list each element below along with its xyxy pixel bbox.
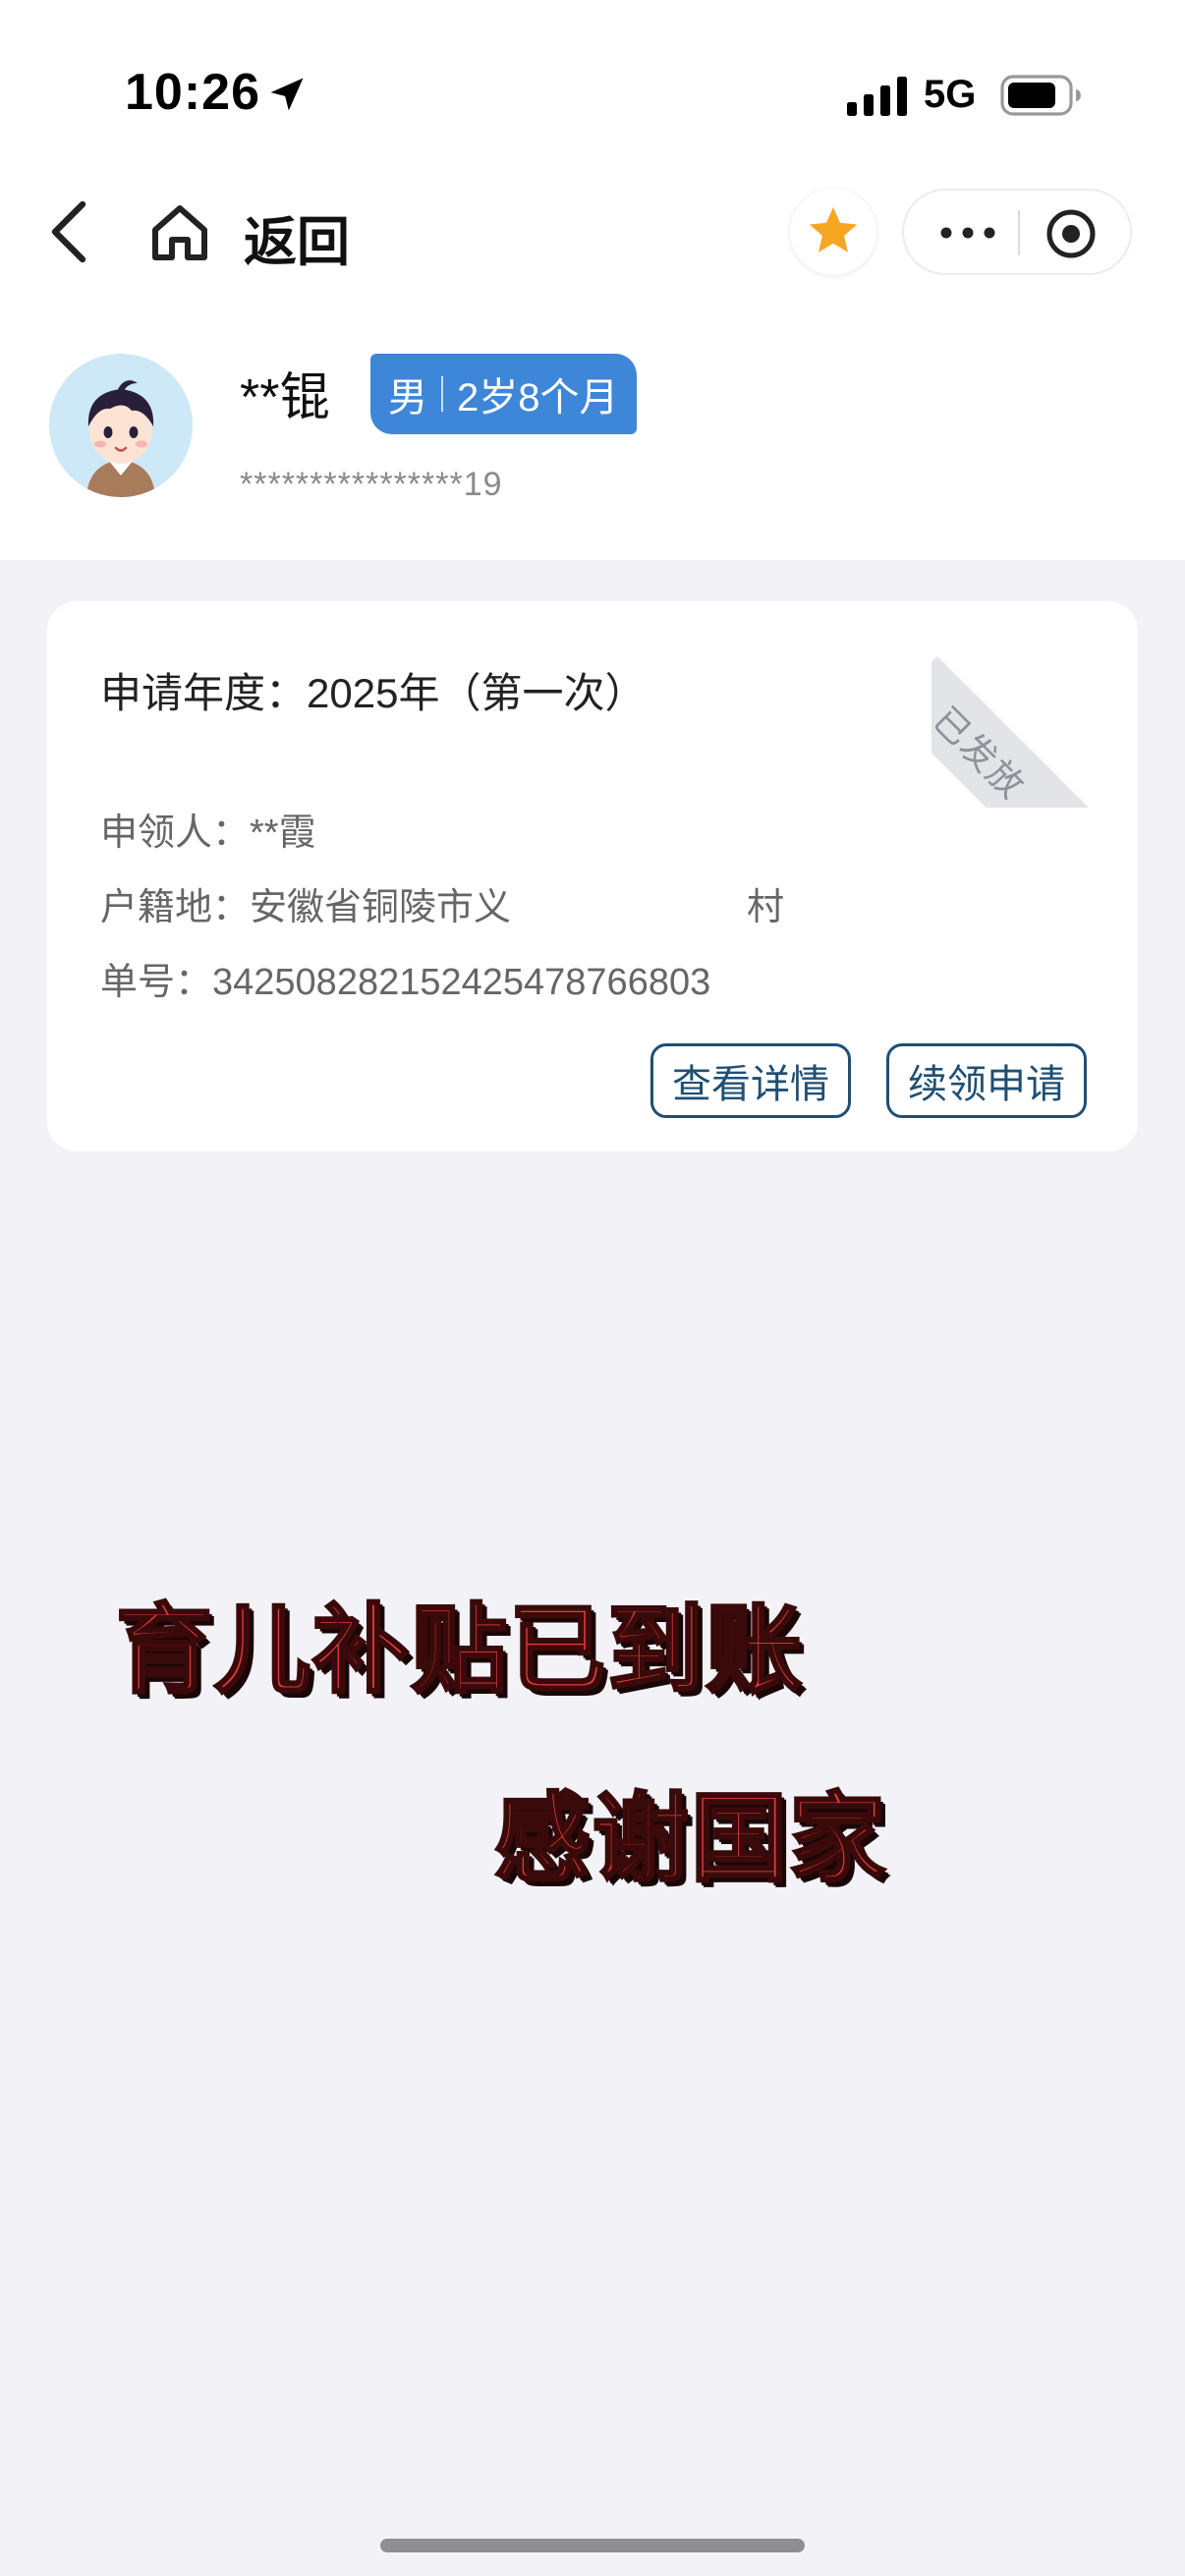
gender-age-badge: 男 2岁8个月 (370, 354, 637, 434)
renew-application-button[interactable]: 续领申请 (886, 1043, 1087, 1118)
favorite-button[interactable] (790, 189, 876, 275)
applicant-value: **霞 (250, 812, 316, 854)
back-label[interactable]: 返回 (244, 198, 350, 276)
household-value: 安徽省铜陵市义 (250, 887, 512, 928)
view-details-button[interactable]: 查看详情 (650, 1043, 851, 1118)
household-tail: 村 (747, 887, 785, 928)
star-icon (809, 206, 858, 252)
avatar (49, 354, 193, 497)
year-label: 申请年度： (100, 670, 308, 716)
target-icon[interactable] (1044, 206, 1099, 261)
household-label: 户籍地： (100, 887, 251, 928)
status-bar: 10:26 5G (0, 0, 1185, 187)
child-name: **锟 (240, 369, 331, 426)
capsule-divider (1018, 210, 1020, 255)
badge-separator (441, 376, 443, 412)
status-ribbon: 已发放 (931, 601, 1138, 808)
status-badge: 已发放 (931, 656, 1138, 808)
battery-icon (1000, 75, 1081, 116)
applicant-label: 申领人： (100, 812, 251, 854)
caption-line-2: 感谢国家 (492, 1782, 888, 1897)
child-avatar-icon (49, 354, 193, 497)
network-type: 5G (924, 73, 977, 116)
order-number-row: 单号：342508282152425478766803 (100, 951, 710, 1005)
home-icon[interactable] (147, 202, 212, 263)
status-text: 已发放 (931, 699, 1034, 808)
status-time: 10:26 (125, 64, 260, 121)
age-label: 2岁8个月 (457, 376, 619, 420)
back-icon[interactable] (39, 195, 98, 269)
gender-label: 男 (388, 376, 427, 420)
id-number: ****************19 (240, 466, 503, 503)
household-row: 户籍地：安徽省铜陵市义 村 (100, 876, 784, 930)
number-label: 单号： (100, 962, 213, 1003)
application-year: 申请年度：2025年（第一次） (100, 660, 646, 720)
caption-line-1: 育儿补贴已到账 (114, 1594, 805, 1708)
miniapp-capsule (902, 189, 1132, 275)
application-card: 已发放 申请年度：2025年（第一次） 申领人：**霞 户籍地：安徽省铜陵市义 村… (47, 601, 1138, 1151)
year-value: 2025年（第一次） (307, 670, 647, 716)
ellipsis-icon[interactable] (937, 220, 998, 246)
home-indicator[interactable] (380, 2539, 805, 2552)
number-value: 342508282152425478766803 (212, 962, 711, 1003)
applicant-row: 申领人：**霞 (100, 802, 316, 856)
location-arrow-icon (270, 78, 304, 111)
signal-bars-icon (847, 77, 907, 116)
